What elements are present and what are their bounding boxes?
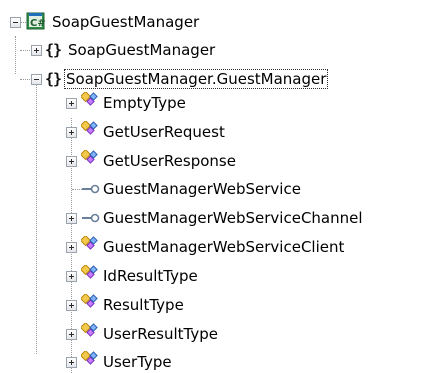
- class-icon: [81, 323, 98, 337]
- project-icon: C#: [26, 12, 46, 30]
- class-icon: [81, 265, 98, 279]
- expand-toggle[interactable]: [66, 156, 77, 167]
- class-view-tree: C# SoapGuestManager {} SoapGuestManager …: [0, 0, 434, 373]
- expand-toggle[interactable]: [31, 45, 42, 56]
- tree-node-label[interactable]: GetUserRequest: [101, 122, 227, 142]
- tree-node-label[interactable]: SoapGuestManager: [66, 40, 217, 60]
- class-icon: [81, 150, 98, 164]
- tree-node-label[interactable]: SoapGuestManager.GuestManager: [64, 69, 329, 89]
- interface-icon: [82, 213, 100, 223]
- tree-node-label[interactable]: GuestManagerWebService: [101, 179, 303, 199]
- tree-connector-line: [36, 84, 37, 354]
- tree-node-label[interactable]: SoapGuestManager: [50, 12, 201, 32]
- expand-toggle[interactable]: [66, 329, 77, 340]
- expand-toggle[interactable]: [66, 300, 77, 311]
- collapse-toggle[interactable]: [31, 74, 42, 85]
- tree-node-label[interactable]: UserResultType: [101, 324, 220, 344]
- expand-toggle[interactable]: [66, 271, 77, 282]
- tree-node-label[interactable]: ResultType: [101, 295, 186, 315]
- class-icon: [81, 92, 98, 106]
- expand-toggle[interactable]: [66, 242, 77, 253]
- expand-toggle[interactable]: [66, 98, 77, 109]
- collapse-toggle[interactable]: [10, 17, 21, 28]
- tree-node-label[interactable]: IdResultType: [101, 266, 200, 286]
- expand-toggle[interactable]: [66, 127, 77, 138]
- tree-node-label[interactable]: GetUserResponse: [101, 151, 238, 171]
- tree-node-label[interactable]: GuestManagerWebServiceClient: [101, 237, 346, 257]
- class-icon: [81, 236, 98, 250]
- tree-node-label[interactable]: GuestManagerWebServiceChannel: [101, 208, 365, 228]
- svg-text:C#: C#: [30, 18, 46, 29]
- interface-icon: [82, 184, 100, 194]
- namespace-icon: {}: [45, 70, 62, 88]
- tree-connector-line: [15, 36, 16, 74]
- tree-connector-line: [72, 189, 82, 190]
- expand-toggle[interactable]: [66, 213, 77, 224]
- tree-node-label[interactable]: UserType: [101, 352, 174, 372]
- tree-node-label[interactable]: EmptyType: [101, 93, 188, 113]
- namespace-icon: {}: [45, 41, 62, 59]
- expand-toggle[interactable]: [66, 357, 77, 368]
- class-icon: [81, 294, 98, 308]
- class-icon: [81, 351, 98, 365]
- class-icon: [81, 121, 98, 135]
